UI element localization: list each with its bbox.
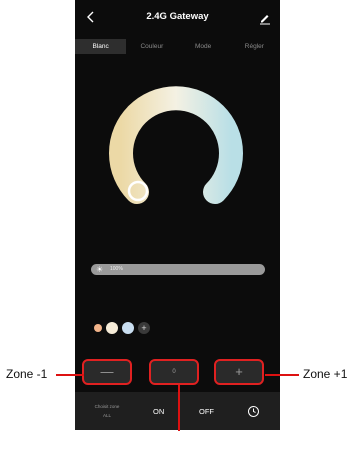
preset-swatch[interactable] (122, 322, 134, 334)
on-button[interactable]: ON (153, 407, 164, 416)
zone-minus-button[interactable]: — (82, 359, 132, 385)
preset-swatch[interactable] (94, 324, 102, 332)
tab-regler[interactable]: Régler (229, 39, 280, 54)
zone-minus-annotation: Zone -1 (6, 367, 48, 381)
zone-value-display: 0 (149, 359, 199, 385)
timer-button[interactable] (247, 405, 260, 418)
tab-blanc[interactable]: Blanc (75, 39, 127, 54)
sun-icon: ☀ (96, 265, 104, 274)
preset-swatch[interactable] (106, 322, 118, 334)
edit-button[interactable] (258, 11, 272, 25)
pencil-icon (260, 15, 270, 25)
tab-couleur[interactable]: Couleur (126, 39, 177, 54)
zone-plus-annotation: Zone +1 (303, 367, 348, 381)
clock-icon (248, 406, 259, 417)
page-title: 2.4G Gateway (146, 11, 209, 22)
off-button[interactable]: OFF (199, 407, 214, 416)
color-temperature-wheel[interactable] (75, 60, 280, 230)
brightness-slider[interactable]: ☀ 100% (91, 264, 265, 275)
zone-selector[interactable]: Choisit zone ALL (75, 402, 139, 420)
tab-mode[interactable]: Mode (178, 39, 229, 54)
color-presets: + (94, 321, 150, 335)
zone-plus-button[interactable]: + (214, 359, 264, 385)
phone-screen: 2.4G Gateway Blanc Couleur Mode Régler ☀… (75, 0, 280, 430)
header-bar: 2.4G Gateway (75, 0, 280, 38)
add-preset-button[interactable]: + (138, 322, 150, 334)
zone-selector-value: ALL (102, 413, 111, 418)
zone-selector-title: Choisit zone (94, 404, 120, 409)
mode-tabs: Blanc Couleur Mode Régler (75, 39, 280, 54)
zone-minus-pointer (56, 374, 84, 376)
zone-value-pointer (178, 385, 180, 431)
brightness-value: 100% (110, 266, 123, 272)
zone-plus-pointer (265, 374, 299, 376)
